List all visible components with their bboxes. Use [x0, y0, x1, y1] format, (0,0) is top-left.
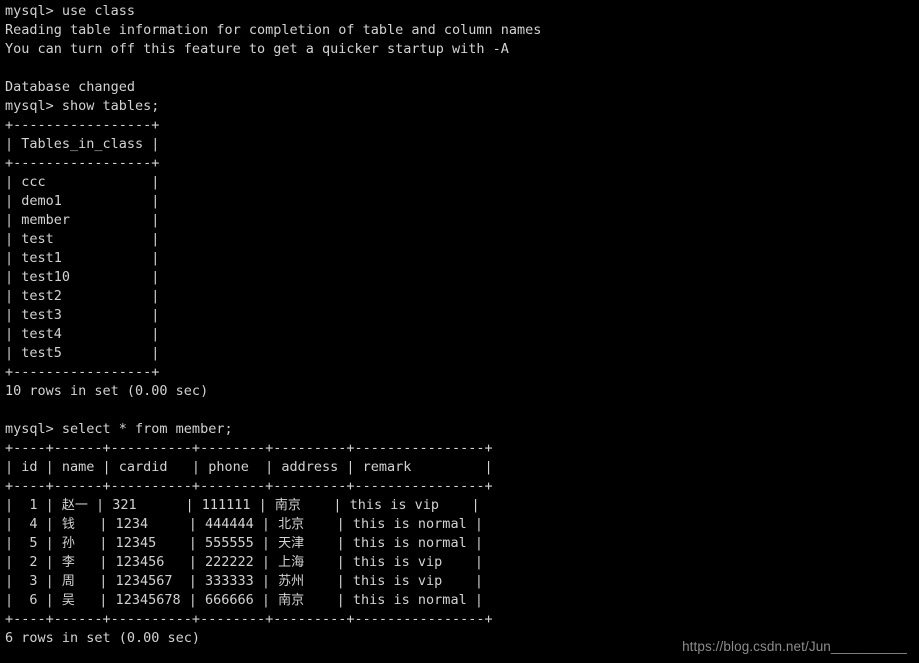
terminal-line: 6 rows in set (0.00 sec)	[5, 630, 201, 646]
terminal-output: mysql> use class Reading table informatio…	[5, 2, 541, 648]
terminal-line: | test5 |	[5, 345, 160, 361]
terminal-line: | test4 |	[5, 326, 160, 342]
terminal-line: | ccc |	[5, 174, 160, 190]
terminal-line: | test10 |	[5, 269, 160, 285]
terminal-line: Reading table information for completion…	[5, 22, 542, 38]
terminal-line: You can turn off this feature to get a q…	[5, 41, 509, 57]
terminal-line: | member |	[5, 212, 160, 228]
csdn-watermark: https://blog.csdn.net/Jun__________	[682, 639, 907, 654]
terminal-line: mysql> select * from member;	[5, 421, 233, 437]
terminal-line: +----+------+----------+--------+-------…	[5, 611, 493, 627]
terminal-line: +-----------------+	[5, 364, 160, 380]
terminal-line: | test2 |	[5, 288, 160, 304]
terminal-window[interactable]: mysql> use class Reading table informatio…	[0, 0, 919, 663]
terminal-line: | 5 | 孙 | 12345 | 555555 | 天津 | this is …	[5, 535, 483, 551]
terminal-line: | demo1 |	[5, 193, 160, 209]
terminal-line: | 3 | 周 | 1234567 | 333333 | 苏州 | this i…	[5, 573, 483, 589]
terminal-line: +----+------+----------+--------+-------…	[5, 478, 493, 494]
terminal-line: | 6 | 吴 | 12345678 | 666666 | 南京 | this …	[5, 592, 483, 608]
terminal-line: +-----------------+	[5, 155, 160, 171]
terminal-line: | 2 | 李 | 123456 | 222222 | 上海 | this is…	[5, 554, 483, 570]
terminal-line: | Tables_in_class |	[5, 136, 160, 152]
terminal-line: | 1 | 赵一 | 321 | 111111 | 南京 | this is v…	[5, 497, 480, 513]
terminal-line: | test1 |	[5, 250, 160, 266]
terminal-line: +-----------------+	[5, 117, 160, 133]
terminal-line: 10 rows in set (0.00 sec)	[5, 383, 209, 399]
terminal-line: | test |	[5, 231, 160, 247]
terminal-line: +----+------+----------+--------+-------…	[5, 440, 493, 456]
terminal-line: | 4 | 钱 | 1234 | 444444 | 北京 | this is n…	[5, 516, 483, 532]
terminal-line: | id | name | cardid | phone | address |…	[5, 459, 493, 475]
terminal-line: mysql> show tables;	[5, 98, 160, 114]
terminal-line: mysql> use class	[5, 3, 136, 19]
terminal-line: | test3 |	[5, 307, 160, 323]
terminal-line: Database changed	[5, 79, 136, 95]
